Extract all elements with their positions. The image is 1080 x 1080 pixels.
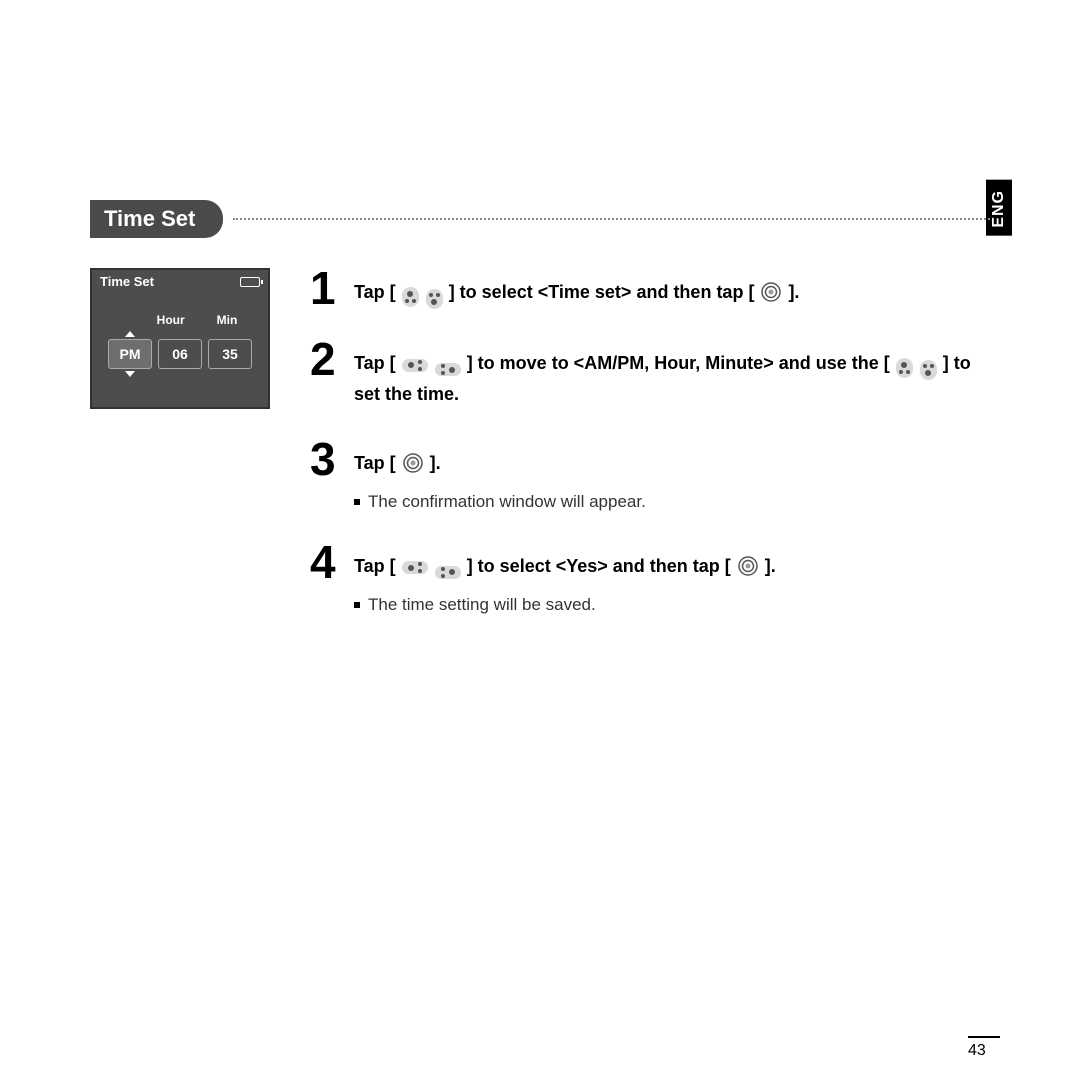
minute-value: 35 bbox=[208, 339, 252, 369]
device-screenshot: Time Set Hour Min PM 06 35 bbox=[90, 268, 270, 409]
bullet-icon bbox=[354, 602, 360, 608]
page-number: 43 bbox=[968, 1036, 1000, 1060]
chevron-down-icon bbox=[125, 371, 135, 377]
step-body: Tap [ ] to move to <AM/PM, Hour, Minute>… bbox=[354, 339, 990, 409]
step: 4 Tap [ ] to select <Yes> and then tap [ … bbox=[310, 542, 990, 615]
device-title: Time Set bbox=[100, 274, 154, 289]
up-icon bbox=[402, 287, 419, 307]
step-text: Tap [ ] to select <Yes> and then tap [ ]… bbox=[354, 552, 990, 581]
step-note-text: The time setting will be saved. bbox=[368, 595, 596, 615]
ampm-value: PM bbox=[108, 339, 152, 369]
step-body: Tap [ ] to select <Time set> and then ta… bbox=[354, 268, 990, 309]
select-icon bbox=[738, 556, 758, 576]
step-text: Tap [ ] to move to <AM/PM, Hour, Minute>… bbox=[354, 349, 990, 409]
steps-list: 1 Tap [ ] to select <Time set> and then t… bbox=[310, 268, 990, 645]
step-number: 2 bbox=[310, 339, 344, 380]
right-icon bbox=[435, 566, 461, 579]
manual-page: Time Set Time Set Hour Min PM bbox=[90, 200, 990, 645]
hour-value: 06 bbox=[158, 339, 202, 369]
section-header: Time Set bbox=[90, 200, 990, 238]
bullet-icon bbox=[354, 499, 360, 505]
step-text: Tap [ ]. bbox=[354, 449, 990, 478]
step-note: The confirmation window will appear. bbox=[354, 492, 990, 512]
step: 1 Tap [ ] to select <Time set> and then t… bbox=[310, 268, 990, 309]
left-icon bbox=[402, 561, 428, 574]
step-note-text: The confirmation window will appear. bbox=[368, 492, 646, 512]
header-dots bbox=[233, 218, 990, 220]
step-text: Tap [ ] to select <Time set> and then ta… bbox=[354, 278, 990, 309]
up-icon bbox=[896, 358, 913, 378]
down-icon bbox=[426, 289, 443, 309]
step-number: 3 bbox=[310, 439, 344, 480]
step-note: The time setting will be saved. bbox=[354, 595, 990, 615]
down-icon bbox=[920, 360, 937, 380]
section-title: Time Set bbox=[90, 200, 223, 238]
step: 2Tap [ ] to move to <AM/PM, Hour, Minute… bbox=[310, 339, 990, 409]
right-icon bbox=[435, 363, 461, 376]
hour-label: Hour bbox=[157, 313, 185, 327]
step-body: Tap [ ] to select <Yes> and then tap [ ]… bbox=[354, 542, 990, 615]
step-body: Tap [ ]. The confirmation window will app… bbox=[354, 439, 990, 512]
min-label: Min bbox=[217, 313, 238, 327]
select-icon bbox=[761, 282, 781, 302]
step: 3 Tap [ ]. The confirmation window will ap… bbox=[310, 439, 990, 512]
step-number: 1 bbox=[310, 268, 344, 309]
battery-icon bbox=[240, 277, 260, 287]
step-number: 4 bbox=[310, 542, 344, 583]
select-icon bbox=[403, 453, 423, 473]
chevron-up-icon bbox=[125, 331, 135, 337]
left-icon bbox=[402, 359, 428, 372]
